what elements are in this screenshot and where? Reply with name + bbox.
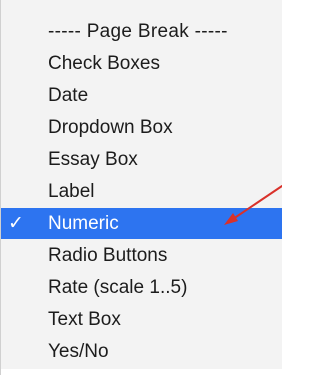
checkmark-icon: ✓ <box>8 213 24 234</box>
menu-item-text-box[interactable]: Text Box <box>1 304 282 335</box>
field-type-dropdown-menu: ----- Page Break ----- Check Boxes Date … <box>0 0 282 375</box>
menu-item-label: Check Boxes <box>48 53 160 74</box>
menu-item-label: Label <box>48 181 95 202</box>
menu-item-yes-no[interactable]: Yes/No <box>1 336 282 367</box>
menu-item-label: Rate (scale 1..5) <box>48 277 188 298</box>
menu-item-label: Yes/No <box>48 341 109 362</box>
menu-item-label: Date <box>48 85 89 106</box>
menu-item-numeric[interactable]: ✓ Numeric <box>1 208 282 239</box>
menu-item-date[interactable]: Date <box>1 80 282 111</box>
menu-item-label: Essay Box <box>48 149 138 170</box>
menu-item-essay-box[interactable]: Essay Box <box>1 144 282 175</box>
menu-item-label-field[interactable]: Label <box>1 176 282 207</box>
menu-item-label: Radio Buttons <box>48 245 168 266</box>
menu-item-check-boxes[interactable]: Check Boxes <box>1 48 282 79</box>
menu-item-label: Dropdown Box <box>48 117 173 138</box>
menu-item-label: Text Box <box>48 309 121 330</box>
menu-item-rate[interactable]: Rate (scale 1..5) <box>1 272 282 303</box>
menu-item-label: ----- Page Break ----- <box>48 21 228 42</box>
menu-item-dropdown-box[interactable]: Dropdown Box <box>1 112 282 143</box>
menu-bottom-edge <box>1 369 282 375</box>
menu-item-radio-buttons[interactable]: Radio Buttons <box>1 240 282 271</box>
menu-item-page-break[interactable]: ----- Page Break ----- <box>1 16 282 47</box>
menu-item-label: Numeric <box>48 213 119 234</box>
